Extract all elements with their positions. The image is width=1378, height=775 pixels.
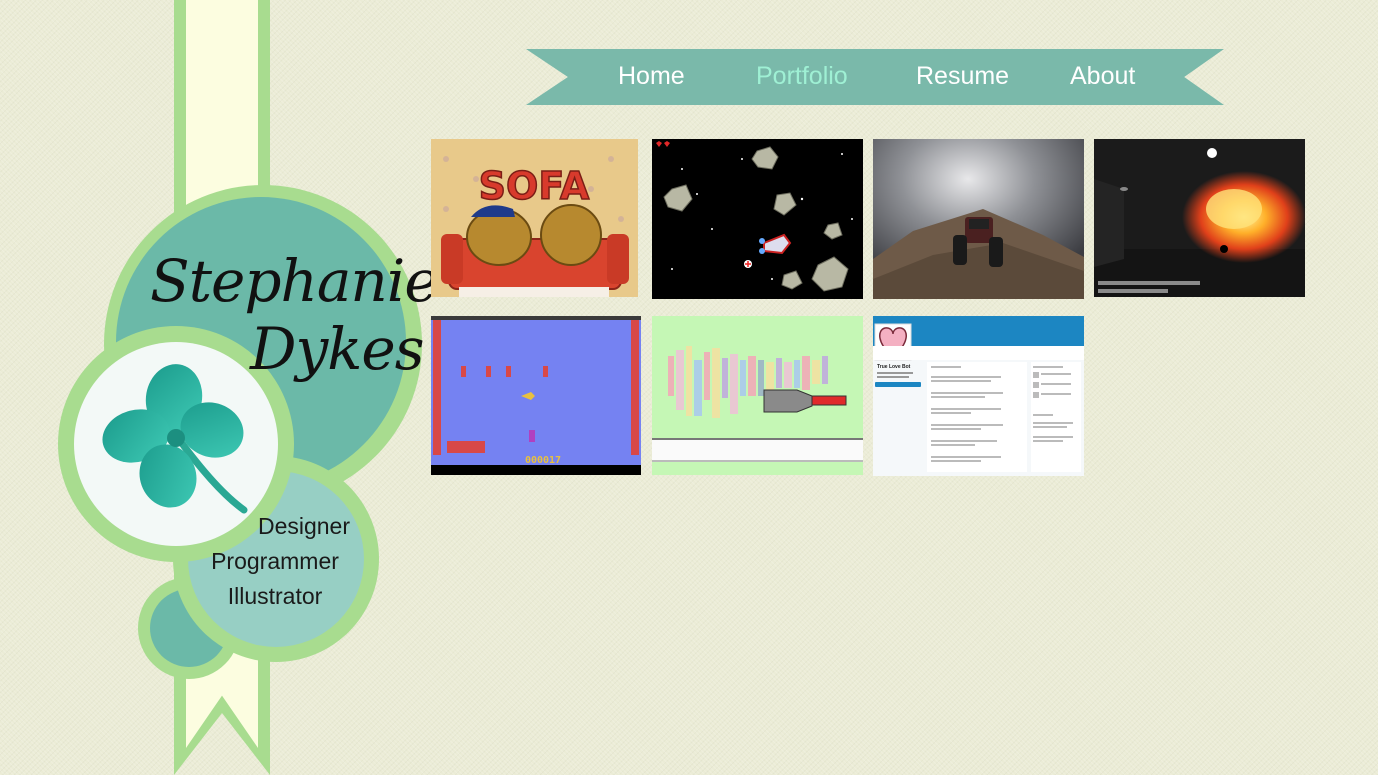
role-programmer: Programmer <box>211 548 339 574</box>
explosion-thumbnail-image <box>1094 139 1305 297</box>
sofa-thumbnail-image: SOFA <box>431 139 638 297</box>
sofa-title-text: SOFA <box>479 164 590 208</box>
nav-resume-link[interactable]: Resume <box>916 58 1009 94</box>
nav-home-link[interactable]: Home <box>618 58 685 94</box>
nav-portfolio-link[interactable]: Portfolio <box>756 58 848 94</box>
role-illustrator: Illustrator <box>227 583 323 609</box>
portfolio-item-truck[interactable] <box>873 139 1084 299</box>
brand-first-name: Stephanie <box>150 247 439 315</box>
portfolio-item-explosion[interactable] <box>1094 139 1305 297</box>
fish-thumbnail-image: 000017 <box>431 316 641 475</box>
portfolio-item-lovebot[interactable]: True Love Bot <box>873 316 1084 476</box>
role-designer: Designer <box>257 513 350 539</box>
space-thumbnail-image <box>652 139 863 299</box>
lovebot-account-name: True Love Bot <box>877 364 911 370</box>
portfolio-item-space[interactable] <box>652 139 863 299</box>
portfolio-item-paint[interactable] <box>652 316 863 475</box>
paint-thumbnail-image <box>652 316 863 475</box>
lovebot-thumbnail-image: True Love Bot <box>873 316 1084 476</box>
portfolio-item-fish[interactable]: 000017 <box>431 316 641 475</box>
nav-about-link[interactable]: About <box>1070 58 1135 94</box>
four-leaf-clover-icon <box>102 364 248 514</box>
role-list: Designer Programmer Illustrator <box>200 509 350 614</box>
brand-last-name: Dykes <box>250 315 425 383</box>
portfolio-item-sofa[interactable]: SOFA <box>431 139 638 297</box>
truck-thumbnail-image <box>873 139 1084 299</box>
fish-score-text: 000017 <box>525 455 561 466</box>
